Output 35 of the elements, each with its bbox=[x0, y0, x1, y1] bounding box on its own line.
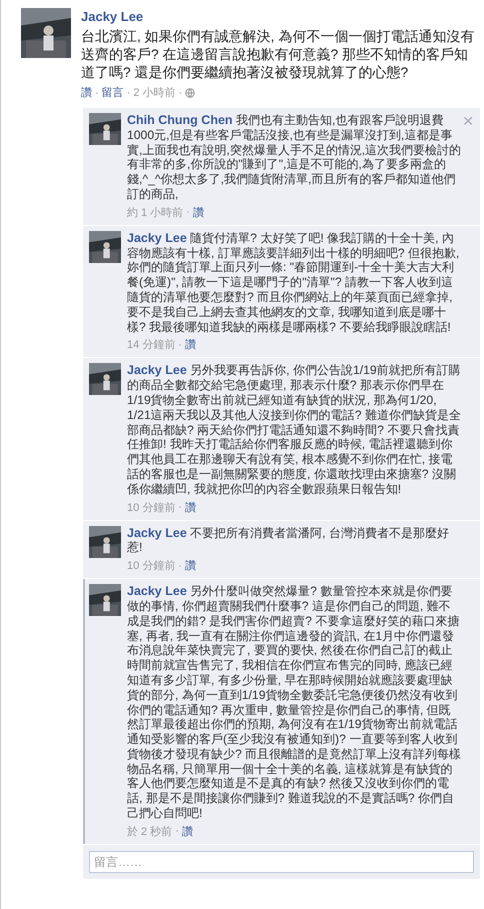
timestamp: 10 分鐘前 bbox=[127, 500, 176, 515]
post-text: 台北濱江, 如果你們有誠意解決, 為何不一個一個打電話通知沒有送齊的客戶? 在這邊留言說抱歉有何意義? 那些不知情的客戶知道了嗎? 還是你們要繼續抱著沒被發現就算了的心態? bbox=[81, 28, 476, 82]
separator: · bbox=[175, 825, 179, 838]
author-name[interactable]: Jacky Lee bbox=[81, 9, 144, 24]
action-link[interactable]: 讚 bbox=[184, 558, 196, 574]
separator: · bbox=[186, 206, 190, 218]
author-name[interactable]: Jacky Lee bbox=[127, 363, 187, 378]
timestamp: 於 2 秒前 bbox=[127, 824, 172, 839]
author-name[interactable]: Jacky Lee bbox=[127, 230, 187, 245]
author-name[interactable]: Jacky Lee bbox=[127, 584, 187, 598]
comment-text: Chih Chung Chen 我們也有主動告知,也有跟客戶說明退費1000元,但是有些客戶電話沒接,也有些是漏單沒打到,這都是事實,上面我也有說明,突然爆量人手不足的情況,這次我們要檢討的有非常的多,你所說的"賺到了",這是不可能的,為了要多兩盒的錢,^_^你想太多了,我們隨貨附清單,而且所有的客戶都知道他們訂的商品, bbox=[127, 113, 462, 202]
comment-text: Jacky Lee 不要把所有消費者當潘阿, 台灣消費者不是那麼好惹! bbox=[127, 526, 450, 556]
timestamp: 14 分鐘前 bbox=[127, 338, 176, 352]
comment-text: Jacky Lee 另外我要再告訴你, 你們公告說1/19前就把所有訂購的商品全數都交給宅急便處理, 那表示什麼? 那表示你們早在1/19貨物全數寄出前就已經知道有缺貨的狀況, 那為何1/20, 1/21這兩天我以及其他人沒接到你們的電話? 難道你們缺貨是全部商品都缺? 兩天給你們打電話通知還不夠時間? 不要只會找責任推卸! 我昨天打電話給你們客服反應的時候, 電話裡還聽到你們其他員工在那邊聊天有說有笑, 根本感覺不到你們在忙, 接電話的客服也是一副無關緊要的態度, 你還敢找理由來搪塞? 沒關係你繼續凹, 我就把你凹的內容全數跟蘋果日報告知! bbox=[127, 363, 462, 497]
comment-text: Jacky Lee 隨貨付清單? 太好笑了吧! 像我訂購的十全十美, 內容物應該有十樣, 訂單應該要詳細列出十樣的明細吧? 但很抱歉, 妳們的隨貨訂單上面只列一條: "春節開運到-十全十美大吉大利餐(免運)", 請教一下這是哪門子的"清單"? 請教一下客人收到這隨貨的清單他要怎麼對? 而且你們網站上的年菜頁面已經拿掉, 要不是我自己上網去查其他網友的文章, 我哪知道到底是哪十樣? 我最後哪知道我缺的兩樣是哪兩樣? 不要給我睜眼說瞎話! bbox=[127, 230, 460, 334]
comment-field[interactable]: 留言…… bbox=[89, 850, 474, 873]
author-name[interactable]: Jacky Lee bbox=[127, 526, 187, 540]
action-link[interactable]: 留言 bbox=[102, 85, 124, 100]
separator: · bbox=[126, 86, 130, 98]
separator: · bbox=[178, 338, 182, 351]
action-link[interactable]: 讚 bbox=[192, 204, 204, 220]
separator: · bbox=[178, 86, 182, 98]
timestamp: 10 分鐘前 bbox=[127, 559, 176, 574]
separator: · bbox=[178, 560, 182, 572]
author-name[interactable]: Chih Chung Chen bbox=[127, 113, 233, 127]
action-link[interactable]: 讚 bbox=[182, 824, 193, 839]
separator: · bbox=[178, 501, 182, 514]
timestamp: 2 小時前 bbox=[133, 86, 176, 100]
separator: · bbox=[95, 86, 99, 98]
action-link[interactable]: 讚 bbox=[184, 500, 196, 515]
action-link[interactable]: 讚 bbox=[184, 337, 196, 352]
comment-text: Jacky Lee 另外什麼叫做突然爆量? 數量管控本來就是你們要做的事情, 你們超賣關我們什麼事? 這是你們自己的問題, 難不成是我們的錯? 是我們害你們超賣? 不要拿這麼好笑的藉口來搪塞, 再者, 我一直有在關注你們這邊發的資訊, 在1月中你們還發布消息說年菜快賣完了, 要買的要快, 然後在你們自己訂的截止時間前就宣告售完了, 我相信在你們宣布售完的同時, 應該已經知道有多少訂單, 有多少份量, 早在那時候開始就應該要處理缺貨的部分, 為何一直到1/19貨物全數委託宅急便後仍然沒有收到你們的電話通知? 再次重申, 數量管控是你們自己的事情, 但既然訂單最後超出你們的預期, 為何沒有在1/19貨物寄出前就電話通知受影響的客戶(至少我沒有被通知到)? 一直要等到客人收到貨物後才發現有缺少? 而且很離譜的是竟然訂單上沒有詳列每樣物品名稱, 只簡單用一個十全十美的名義, 這樣就算是有缺貨的客人他們要怎麼知道是不是真的有缺? 然後又沒收到你們的電話, 那是不是間接讓你們賺到? 難道我說的不是實話嗎? 你們自己捫心自問吧! bbox=[127, 584, 462, 821]
timestamp: 約 1 小時前 bbox=[127, 206, 184, 220]
action-link[interactable]: 讚 bbox=[81, 85, 92, 100]
globe-icon bbox=[185, 88, 196, 98]
